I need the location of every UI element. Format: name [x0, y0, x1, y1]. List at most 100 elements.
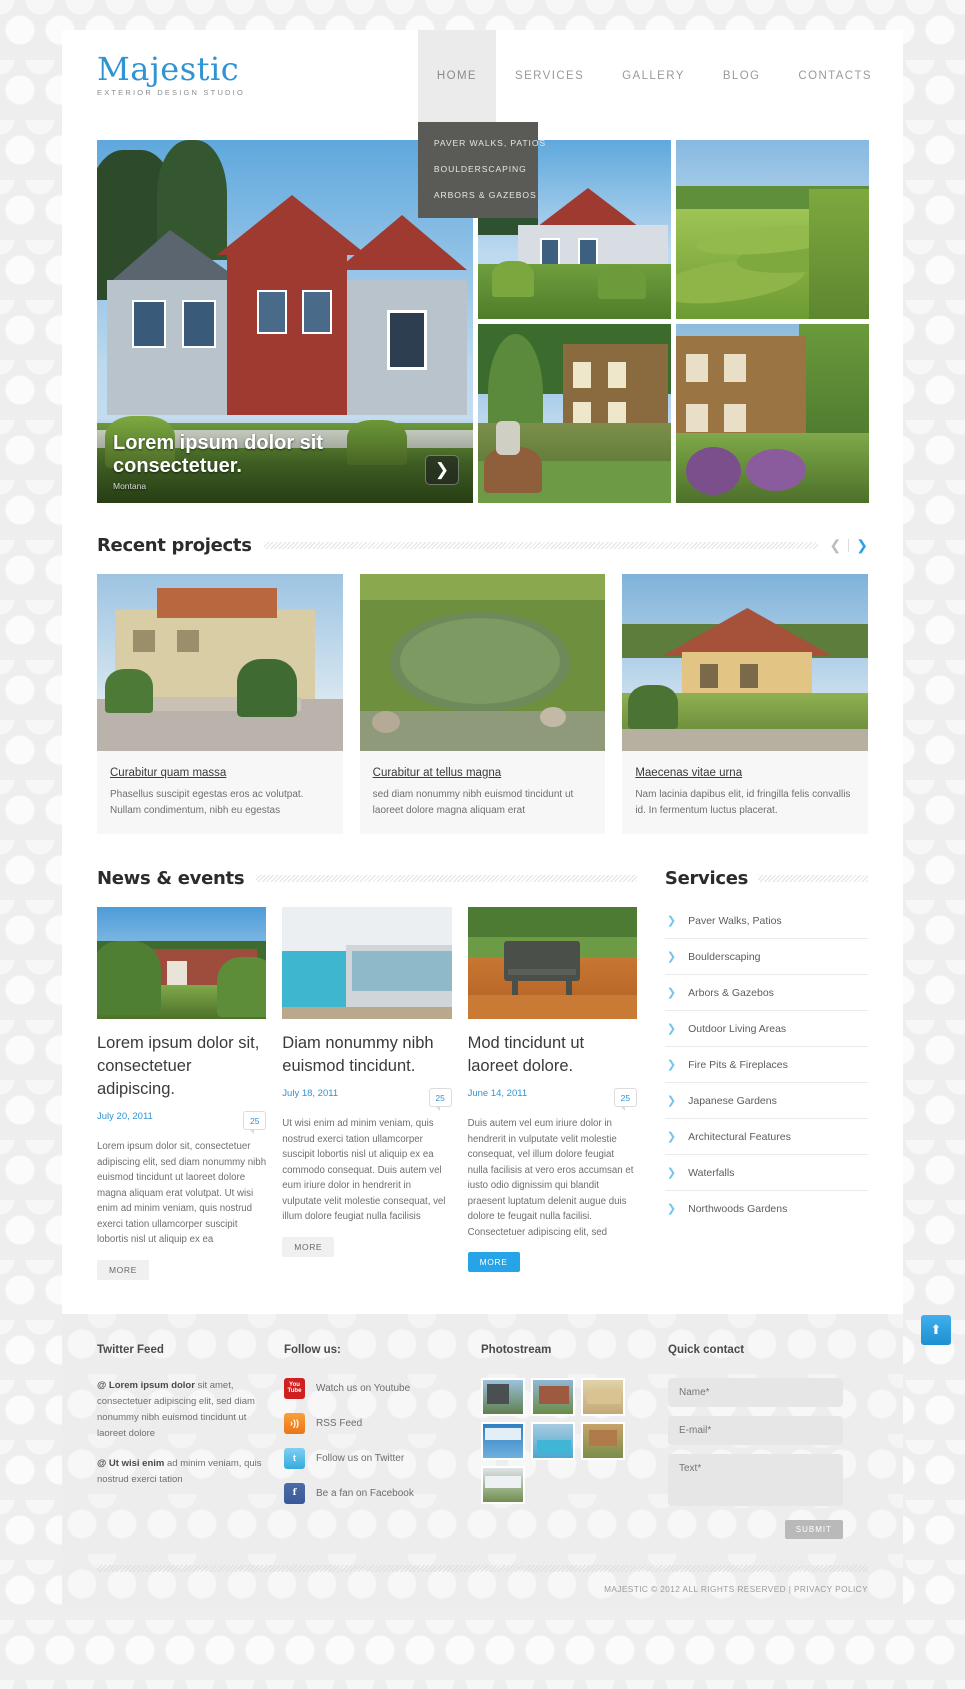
hero-thumb-4[interactable] [676, 324, 869, 503]
news-card: Lorem ipsum dolor sit, consectetuer adip… [97, 907, 267, 1280]
footer-photostream-column: Photostream [481, 1344, 646, 1539]
nav-item-home[interactable]: HOME PAVER WALKS, PATIOS BOULDERSCAPING … [417, 30, 545, 218]
chevron-right-icon[interactable]: ❯ [856, 537, 868, 554]
nav-dropdown: PAVER WALKS, PATIOS BOULDERSCAPING ARBOR… [417, 122, 545, 218]
service-item-paver-walks[interactable]: ❯ Paver Walks, Patios [664, 903, 868, 939]
footer-twitter-column: Twitter Feed @ Lorem ipsum dolor sit ame… [97, 1344, 262, 1539]
photostream-thumb[interactable] [581, 1377, 625, 1416]
message-field[interactable] [668, 1453, 843, 1506]
dropdown-item-arbors-gazebos[interactable]: ARBORS & GAZEBOS [418, 182, 538, 208]
email-field[interactable] [668, 1415, 843, 1445]
tweet-item: @ Ut wisi enim ad minim veniam, quis nos… [97, 1456, 262, 1488]
service-item-outdoor-living-areas[interactable]: ❯ Outdoor Living Areas [664, 1011, 868, 1047]
footer-follow-column: Follow us: You Tube Watch us on Youtube ›… [284, 1344, 459, 1539]
news-excerpt: Ut wisi enim ad minim veniam, quis nostr… [282, 1118, 446, 1222]
nav-item-gallery[interactable]: GALLERY [603, 30, 704, 122]
arrow-up-icon[interactable]: ⬆ [921, 1314, 951, 1345]
project-link[interactable]: Curabitur at tellus magna [373, 767, 501, 779]
social-label: Follow us on Twitter [316, 1452, 405, 1464]
project-image[interactable] [359, 574, 606, 751]
social-link-facebook[interactable]: f Be a fan on Facebook [284, 1482, 459, 1504]
news-meta: July 18, 2011 25 [282, 1088, 452, 1111]
hero-thumb-2[interactable] [676, 140, 869, 319]
photostream-thumb[interactable] [481, 1465, 525, 1504]
divider-dots [256, 875, 637, 882]
chevron-right-icon: ❯ [666, 1095, 677, 1107]
photostream-grid [481, 1377, 646, 1504]
project-card: Curabitur quam massa Phasellus suscipit … [97, 574, 343, 834]
service-label: Outdoor Living Areas [688, 1022, 787, 1035]
tweet-handle[interactable]: @ Ut wisi enim [97, 1458, 164, 1469]
service-item-fire-pits-fireplaces[interactable]: ❯ Fire Pits & Fireplaces [664, 1047, 868, 1083]
photostream-thumb[interactable] [481, 1421, 525, 1460]
footer-column-title: Twitter Feed [97, 1343, 164, 1356]
service-label: Northwoods Gardens [688, 1202, 788, 1215]
recent-projects-list: Curabitur quam massa Phasellus suscipit … [97, 574, 868, 834]
divider-dots [758, 875, 868, 882]
hero-caption: Lorem ipsum dolor sit consectetuer. Mont… [97, 418, 473, 503]
logo-tagline: EXTERIOR DESIGN STUDIO [97, 88, 245, 97]
project-image[interactable] [622, 574, 868, 751]
more-button[interactable]: MORE [467, 1252, 520, 1272]
more-button[interactable]: MORE [97, 1259, 149, 1280]
logo[interactable]: Majestic EXTERIOR DESIGN STUDIO [97, 52, 245, 97]
nav-item-blog[interactable]: BLOG [704, 30, 780, 122]
dropdown-item-paver-walks[interactable]: PAVER WALKS, PATIOS [418, 130, 545, 156]
social-link-youtube[interactable]: You Tube Watch us on Youtube [284, 1377, 459, 1399]
hero-title: Lorem ipsum dolor sit consectetuer. [113, 432, 324, 477]
news-image[interactable] [97, 907, 267, 1019]
copyright-text[interactable]: MAJESTIC © 2012 ALL RIGHTS RESERVED | PR… [97, 1584, 868, 1594]
project-body: Maecenas vitae urna Nam lacinia dapibus … [622, 751, 868, 834]
service-item-northwoods-gardens[interactable]: ❯ Northwoods Gardens [665, 1191, 868, 1226]
news-title-text[interactable]: Mod tincidunt ut laoreet dolore. [468, 1032, 637, 1078]
photostream-thumb[interactable] [531, 1377, 575, 1416]
tweet-handle[interactable]: @ Lorem ipsum dolor [97, 1380, 195, 1391]
nav-label: HOME [436, 70, 478, 82]
news-date: July 20, 2011 [97, 1111, 153, 1122]
submit-button[interactable]: SUBMIT [784, 1519, 843, 1539]
service-item-waterfalls[interactable]: ❯ Waterfalls [664, 1155, 868, 1191]
footer-divider-dots [97, 1564, 868, 1572]
social-link-rss[interactable]: ›)) RSS Feed [284, 1412, 459, 1434]
service-label: Paver Walks, Patios [688, 914, 782, 927]
dropdown-item-boulderscaping[interactable]: BOULDERSCAPING [418, 156, 538, 182]
news-image[interactable] [467, 907, 637, 1019]
social-link-twitter[interactable]: t Follow us on Twitter [284, 1447, 459, 1469]
nav-item-services[interactable]: SERVICES [496, 30, 603, 122]
twitter-icon: t [284, 1447, 305, 1469]
photostream-thumb[interactable] [481, 1377, 525, 1416]
services-title: Services [664, 868, 749, 889]
rss-icon: ›)) [284, 1412, 305, 1434]
hero-subtitle: Montana [113, 481, 147, 491]
service-label: Waterfalls [688, 1166, 735, 1179]
news-image[interactable] [282, 907, 452, 1019]
photostream-thumb[interactable] [531, 1421, 575, 1460]
carousel-controls: ❮ ❯ [830, 537, 868, 554]
service-label: Arbors & Gazebos [688, 986, 774, 999]
project-link[interactable]: Curabitur quam massa [110, 767, 226, 779]
comment-count-badge[interactable]: 25 [428, 1088, 452, 1111]
hero-thumb-3[interactable] [478, 324, 671, 503]
service-item-arbors-gazebos[interactable]: ❯ Arbors & Gazebos [664, 975, 868, 1011]
footer-contact-column: Quick contact SUBMIT [668, 1344, 843, 1539]
chevron-left-icon[interactable]: ❮ [830, 537, 842, 554]
chevron-right-icon[interactable]: ❯ [425, 455, 459, 485]
hero-main-image[interactable]: Lorem ipsum dolor sit consectetuer. Mont… [97, 140, 473, 503]
news-title-text[interactable]: Diam nonummy nibh euismod tincidunt. [282, 1032, 451, 1078]
news-title-text[interactable]: Lorem ipsum dolor sit, consectetuer adip… [97, 1032, 266, 1101]
service-item-japanese-gardens[interactable]: ❯ Japanese Gardens [664, 1083, 868, 1119]
name-field[interactable] [668, 1377, 843, 1407]
photostream-thumb[interactable] [581, 1421, 625, 1460]
social-label: Watch us on Youtube [316, 1382, 411, 1394]
comment-count-badge[interactable]: 25 [613, 1088, 637, 1111]
service-item-architectural-features[interactable]: ❯ Architectural Features [664, 1119, 868, 1155]
project-image[interactable] [97, 574, 343, 751]
comment-count-badge[interactable]: 25 [243, 1111, 267, 1134]
service-item-boulderscaping[interactable]: ❯ Boulderscaping [664, 939, 868, 975]
project-link[interactable]: Maecenas vitae urna [635, 767, 742, 779]
nav-item-contacts[interactable]: CONTACTS [779, 30, 891, 122]
more-button[interactable]: MORE [282, 1236, 335, 1257]
lower-section: News & events Lorem ipsum dolor sit, con… [97, 868, 868, 1280]
news-date: July 18, 2011 [282, 1088, 339, 1099]
footer-column-title: Quick contact [668, 1343, 745, 1356]
